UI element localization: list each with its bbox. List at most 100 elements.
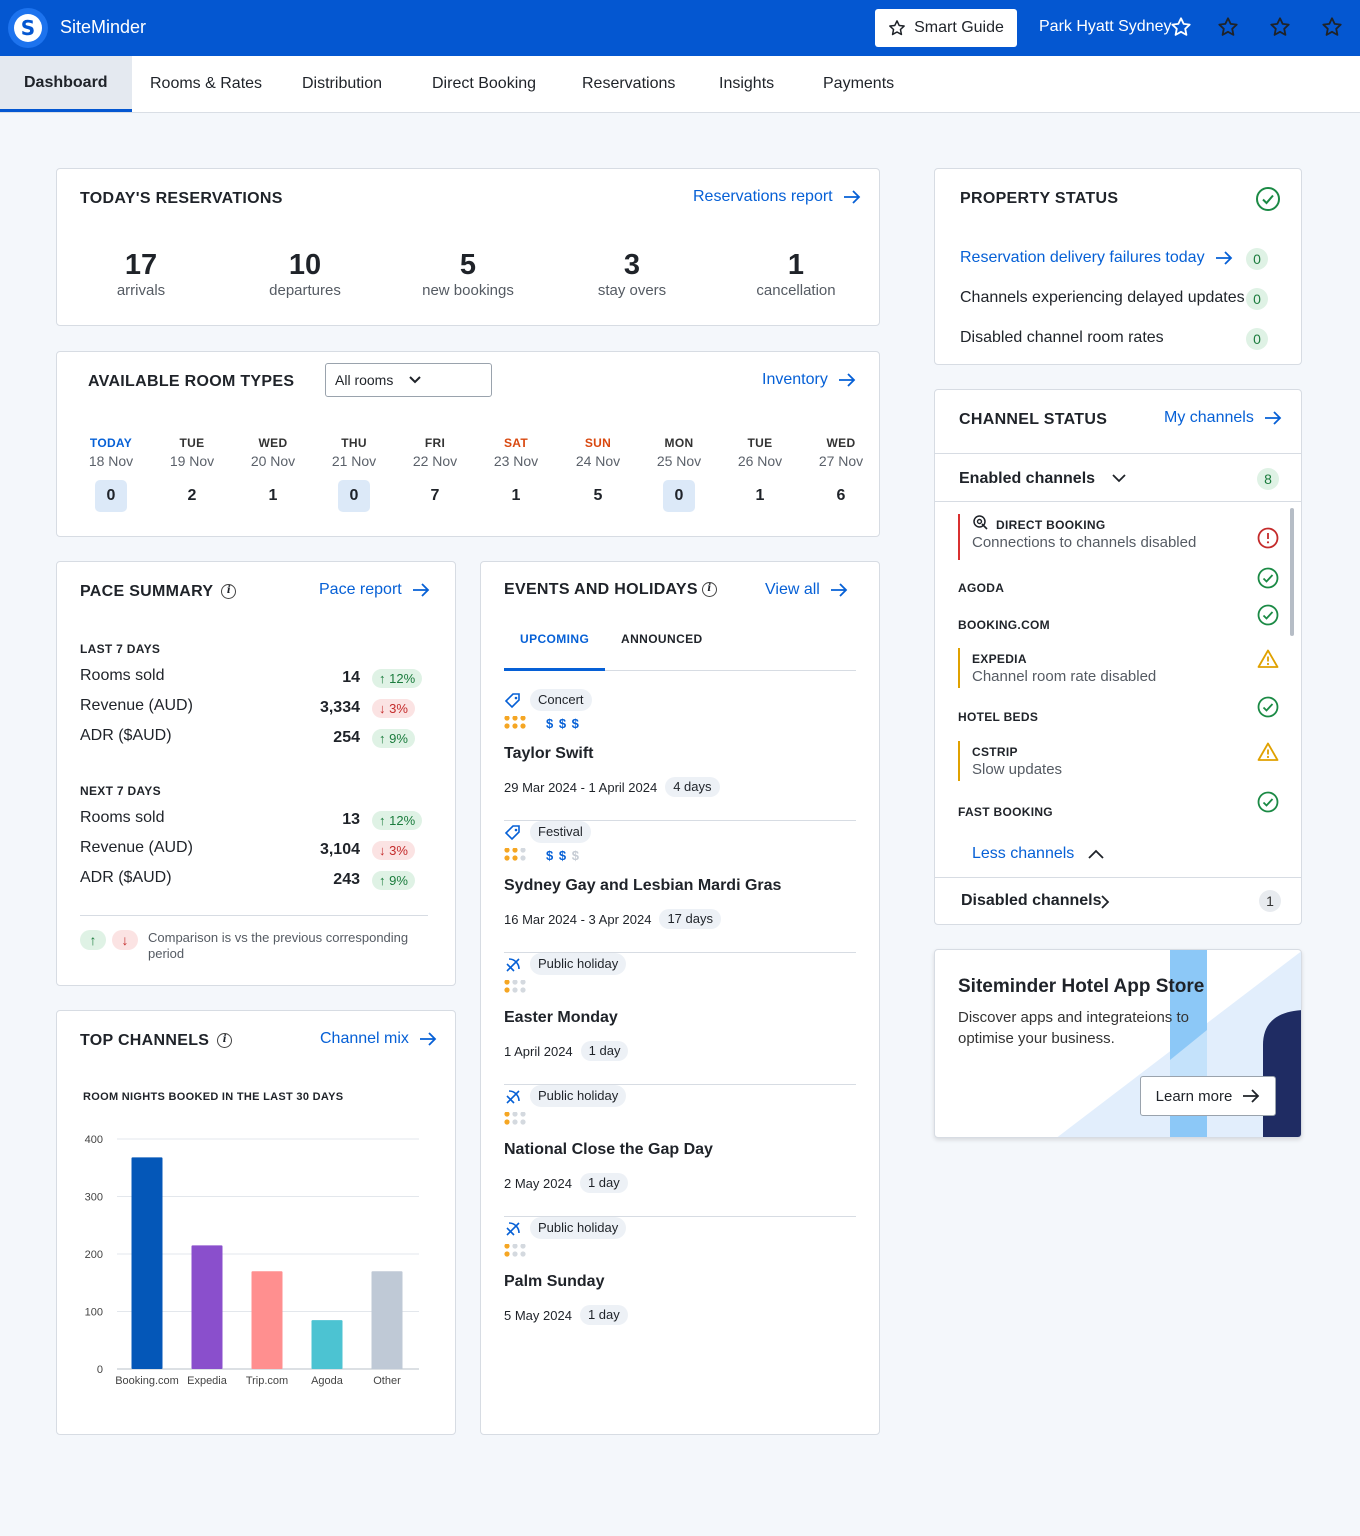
favorite-star-icon[interactable] [1170,16,1192,38]
bar-agoda[interactable] [311,1320,343,1369]
day-column[interactable]: MON 25 Nov 0 [649,436,709,512]
less-channels-button[interactable]: Less channels [972,843,1132,867]
change-value: 9% [389,873,408,888]
check-circle-icon [1257,604,1279,626]
tab-upcoming[interactable]: UPCOMING [520,632,589,646]
tab-insights[interactable]: Insights [695,56,798,112]
property-name[interactable]: Park Hyatt Sydney [1039,18,1172,36]
disabled-channels-toggle[interactable]: Disabled channels 1 [961,890,1281,914]
star-icon[interactable] [1269,16,1291,38]
arrow-down-icon: ↓ [112,930,138,950]
card-title: CHANNEL STATUS [959,411,1108,428]
day-column[interactable]: THU 21 Nov 0 [324,436,384,512]
change-value: 12% [389,671,416,686]
tab-direct-booking[interactable]: Direct Booking [408,56,560,112]
stat-stay-overs[interactable]: 3 stay overs [550,249,714,299]
available-count: 7 [430,487,440,504]
tab-rooms-rates[interactable]: Rooms & Rates [126,56,286,112]
tab-reservations[interactable]: Reservations [558,56,699,112]
smart-guide-label: Smart Guide [914,19,1004,36]
info-icon[interactable]: i [217,1033,233,1049]
comparison-text: Comparison is vs the previous correspond… [148,930,409,961]
event-item[interactable]: Public holiday National Close the Gap Day… [504,1085,856,1217]
channel-item[interactable]: EXPEDIA Channel room rate disabled [958,648,1278,688]
event-duration: 4 days [665,777,720,797]
stat-cancellation[interactable]: 1 cancellation [714,249,878,299]
room-filter-select[interactable]: All rooms [325,363,492,397]
error-icon [1257,527,1279,549]
direct-booking-icon [973,515,988,530]
event-duration: 1 day [579,1173,628,1193]
channel-item[interactable]: CSTRIP Slow updates [958,741,1278,781]
channel-item[interactable]: HOTEL BEDS [958,710,1278,726]
view-all-link[interactable]: View all [765,581,848,599]
event-name: National Close the Gap Day [504,1141,713,1158]
y-tick-label: 100 [85,1307,103,1319]
channel-name: DIRECT BOOKING [996,518,1106,532]
channel-item[interactable]: AGODA [958,581,1278,597]
event-item[interactable]: Public holiday Easter Monday 1 April 2024 1… [504,953,856,1085]
reservations-report-link[interactable]: Reservations report [693,188,861,206]
pace-report-link[interactable]: Pace report [319,581,430,599]
learn-more-button[interactable]: Learn more [1140,1076,1276,1116]
channel-item[interactable]: BOOKING.COM [958,618,1278,634]
tab-announced[interactable]: ANNOUNCED [621,632,703,646]
tab-distribution[interactable]: Distribution [278,56,406,112]
info-icon[interactable]: i [221,584,237,600]
star-icon [889,20,905,36]
day-column[interactable]: SUN 24 Nov 5 [568,436,628,512]
channel-item[interactable]: FAST BOOKING [958,805,1278,821]
day-column[interactable]: TUE 26 Nov 1 [730,436,790,512]
info-icon[interactable]: i [701,582,717,598]
day-column[interactable]: TUE 19 Nov 2 [162,436,222,512]
siteminder-logo-icon[interactable]: S [8,8,48,48]
stat-label: stay overs [597,282,667,299]
stat-departures[interactable]: 10 departures [223,249,387,299]
event-item[interactable]: Festival $ $ $ Sydney Gay and Lesbian Mard… [504,821,856,953]
top-channels-card: TOP CHANNELS i Channel mix ROOM NIGHTS BO… [56,1010,456,1435]
link-label: Reservations report [693,188,833,205]
app-store-title: Siteminder Hotel App Store [958,976,1205,997]
room-filter-value: All rooms [335,372,394,388]
card-title-text: PACE SUMMARY [80,583,214,600]
day-column[interactable]: FRI 22 Nov 7 [405,436,465,512]
bar-other[interactable] [371,1271,403,1369]
arrow-right-icon [1264,411,1282,425]
star-icon[interactable] [1321,16,1343,38]
arrow-right-icon [830,583,848,597]
day-date: 18 Nov [88,453,134,469]
event-item[interactable]: Concert $ $ $ Taylor Swift 29 Mar 2024 - 1 … [504,689,856,821]
available-count: 1 [268,487,278,504]
bar-booking-com[interactable] [131,1157,163,1369]
enabled-channels-toggle[interactable]: Enabled channels 8 [959,468,1279,492]
metric-label: ADR ($AUD) [80,869,172,886]
event-name: Palm Sunday [504,1273,605,1290]
delivery-failures-row[interactable]: Reservation delivery failures today 0 [960,248,1278,271]
impact-dots [504,716,526,729]
day-column[interactable]: WED 20 Nov 1 [243,436,303,512]
channel-mix-link[interactable]: Channel mix [320,1030,437,1048]
day-column[interactable]: WED 27 Nov 6 [811,436,871,512]
event-name: Sydney Gay and Lesbian Mardi Gras [504,877,782,894]
link-label: Inventory [762,371,828,388]
card-title: AVAILABLE ROOM TYPES [88,373,295,390]
delayed-updates-row: Channels experiencing delayed updates 0 [960,288,1278,311]
scrollbar[interactable] [1290,508,1294,636]
day-column[interactable]: TODAY 18 Nov 0 [81,436,141,512]
channel-item[interactable]: DIRECT BOOKING Connections to channels di… [958,514,1278,560]
my-channels-link[interactable]: My channels [1164,409,1282,427]
stat-arrivals[interactable]: 17 arrivals [59,249,223,299]
stat-new-bookings[interactable]: 5 new bookings [386,249,550,299]
tab-payments[interactable]: Payments [799,56,918,112]
smart-guide-button[interactable]: Smart Guide [875,9,1017,47]
enabled-count-badge: 8 [1257,468,1279,490]
bar-trip-com[interactable] [251,1271,283,1369]
day-of-week: TUE [179,436,205,450]
day-column[interactable]: SAT 23 Nov 1 [486,436,546,512]
inventory-link[interactable]: Inventory [762,371,856,389]
event-item[interactable]: Public holiday Palm Sunday 5 May 2024 1 day [504,1217,856,1349]
star-icon[interactable] [1217,16,1239,38]
x-tick-label: Booking.com [115,1375,179,1387]
bar-expedia[interactable] [191,1245,223,1369]
tab-dashboard[interactable]: Dashboard [0,56,132,112]
